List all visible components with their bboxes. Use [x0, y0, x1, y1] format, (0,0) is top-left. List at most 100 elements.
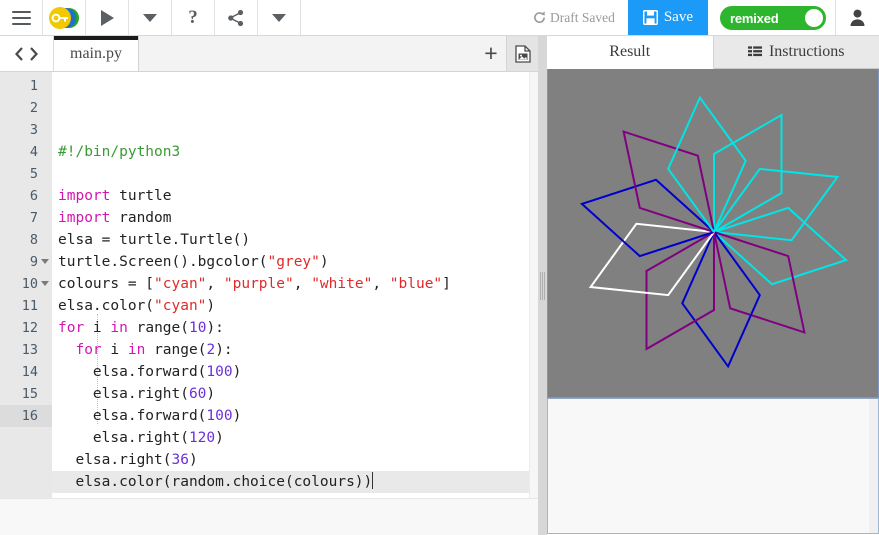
line-number: 8	[0, 229, 52, 251]
fold-toggle-icon[interactable]	[41, 281, 49, 286]
editor-pane: main.py + 12345678910111213141516 #!/b	[0, 36, 538, 535]
floppy-disk-icon	[643, 10, 658, 25]
code-vertical-scrollbar[interactable]	[529, 72, 538, 498]
token-pl: elsa.forward(	[58, 408, 206, 424]
code-editor[interactable]: 12345678910111213141516 #!/bin/python3im…	[0, 72, 538, 498]
token-pl: ):	[215, 342, 232, 358]
code-line[interactable]	[52, 163, 538, 185]
token-pl: )	[206, 298, 215, 314]
file-tab-main-py[interactable]: main.py	[54, 36, 139, 71]
code-line[interactable]: elsa.forward(100)	[52, 405, 538, 427]
trinket-logo-icon	[49, 7, 79, 29]
add-file-button[interactable]: +	[476, 36, 506, 71]
share-button[interactable]	[215, 0, 258, 35]
tab-result-label: Result	[609, 43, 650, 61]
remix-toggle[interactable]: remixed	[720, 6, 826, 30]
code-line[interactable]: turtle.Screen().bgcolor("grey")	[52, 251, 538, 273]
code-line[interactable]: elsa.color(random.choice(colours))	[52, 471, 538, 493]
menu-button[interactable]	[0, 0, 43, 35]
account-button[interactable]	[835, 0, 879, 35]
token-pl: ,	[294, 276, 311, 292]
save-button[interactable]: Save	[628, 0, 708, 35]
save-label: Save	[664, 9, 693, 26]
remix-toggle-knob	[805, 9, 823, 27]
trinket-logo-button[interactable]	[43, 0, 86, 35]
token-kw: for	[58, 320, 84, 336]
chevron-down-icon	[272, 14, 286, 22]
line-number: 6	[0, 185, 52, 207]
token-num: 100	[206, 408, 232, 424]
token-pl: elsa.forward(	[58, 364, 206, 380]
line-number: 14	[0, 361, 52, 383]
turtle-petal	[591, 224, 714, 295]
chevron-right-icon[interactable]	[29, 47, 38, 61]
code-line[interactable]: elsa.color("cyan")	[52, 295, 538, 317]
trinket-ide-window: ? Draft Saved	[0, 0, 879, 535]
token-pl: ]	[442, 276, 451, 292]
help-button[interactable]: ?	[172, 0, 215, 35]
remix-label: remixed	[730, 11, 778, 26]
code-line[interactable]: elsa.right(120)	[52, 427, 538, 449]
nav-arrows[interactable]	[0, 36, 54, 71]
token-cmt: #!/bin/python3	[58, 144, 180, 160]
code-line[interactable]: for i in range(10):	[52, 317, 538, 339]
line-number: 15	[0, 383, 52, 405]
key-icon	[51, 12, 69, 24]
splitter-grip	[540, 272, 545, 300]
code-line[interactable]: import turtle	[52, 185, 538, 207]
share-icon	[227, 9, 245, 27]
line-number: 5	[0, 163, 52, 185]
fold-toggle-icon[interactable]	[41, 259, 49, 264]
result-pane: Result Instructions	[547, 36, 879, 535]
code-line[interactable]: #!/bin/python3	[52, 141, 538, 163]
code-line[interactable]: elsa.right(60)	[52, 383, 538, 405]
token-str: "white"	[311, 276, 372, 292]
token-pl: elsa.color(	[58, 298, 154, 314]
line-number: 4	[0, 141, 52, 163]
console-output[interactable]	[547, 398, 879, 534]
top-toolbar: ? Draft Saved	[0, 0, 879, 36]
chevron-down-icon	[143, 14, 157, 22]
code-line[interactable]: for i in range(2):	[52, 339, 538, 361]
code-line[interactable]: import random	[52, 207, 538, 229]
chevron-left-icon[interactable]	[15, 47, 24, 61]
token-pl: range(	[145, 342, 206, 358]
line-number: 13	[0, 339, 52, 361]
editor-footer	[0, 498, 538, 535]
line-number: 1	[0, 75, 52, 97]
code-line[interactable]: elsa = turtle.Turtle()	[52, 229, 538, 251]
token-num: 10	[189, 320, 206, 336]
token-pl: elsa.right(	[58, 386, 189, 402]
pane-splitter[interactable]	[538, 36, 547, 535]
image-library-button[interactable]	[506, 36, 538, 71]
token-str: "purple"	[224, 276, 294, 292]
code-line[interactable]: elsa.right(36)	[52, 449, 538, 471]
run-button[interactable]	[86, 0, 129, 35]
code-lines[interactable]: #!/bin/python3 import turtleimport random…	[52, 72, 538, 498]
tab-instructions[interactable]: Instructions	[714, 36, 879, 68]
user-icon	[850, 9, 865, 26]
token-pl: elsa = turtle.Turtle()	[58, 232, 250, 248]
file-tab-label: main.py	[70, 45, 122, 63]
token-str: "cyan"	[154, 276, 206, 292]
console-scrollbar[interactable]	[869, 399, 878, 533]
token-pl: )	[189, 452, 198, 468]
share-options-button[interactable]	[258, 0, 301, 35]
code-line[interactable]: elsa.forward(100)	[52, 361, 538, 383]
code-line[interactable]: colours = ["cyan", "purple", "white", "b…	[52, 273, 538, 295]
turtle-canvas-container[interactable]	[547, 69, 879, 398]
token-pl: ,	[372, 276, 389, 292]
token-pl: i	[84, 320, 110, 336]
draft-status: Draft Saved	[520, 0, 628, 35]
token-pl: )	[233, 364, 242, 380]
tab-result[interactable]: Result	[547, 36, 714, 69]
token-pl: range(	[128, 320, 189, 336]
play-icon	[101, 10, 114, 26]
run-options-button[interactable]	[129, 0, 172, 35]
token-pl: turtle.Screen().bgcolor(	[58, 254, 268, 270]
text-cursor	[372, 472, 373, 489]
token-kw: import	[58, 188, 110, 204]
token-pl: )	[320, 254, 329, 270]
list-icon	[748, 46, 762, 59]
token-str: "grey"	[268, 254, 320, 270]
